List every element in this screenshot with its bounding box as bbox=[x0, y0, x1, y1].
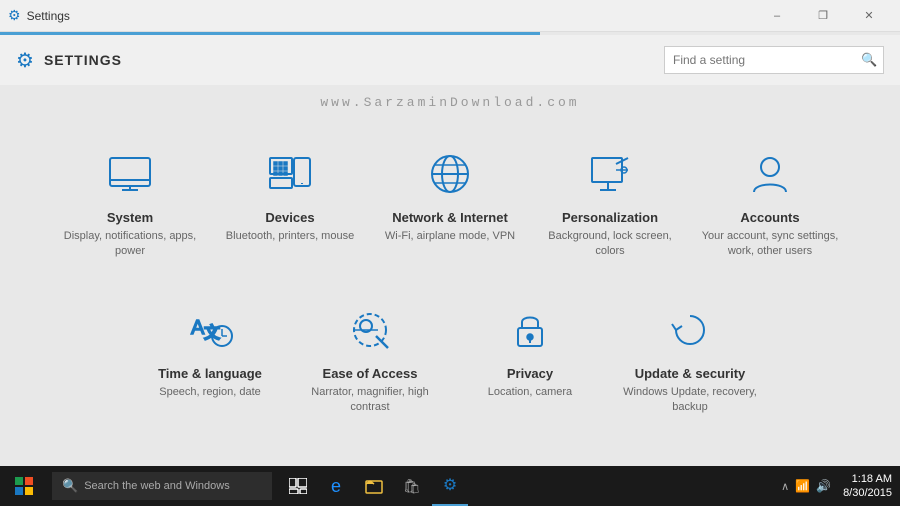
clock-date: 8/30/2015 bbox=[843, 486, 892, 500]
update-title: Update & security bbox=[635, 366, 746, 381]
personalization-title: Personalization bbox=[562, 210, 658, 225]
chevron-up-icon[interactable]: ∧ bbox=[781, 480, 789, 493]
system-desc: Display, notifications, apps, power bbox=[60, 229, 200, 260]
taskbar-search-text: Search the web and Windows bbox=[84, 480, 230, 492]
settings-item-network[interactable]: Network & Internet Wi-Fi, airplane mode,… bbox=[370, 130, 530, 276]
system-title: System bbox=[107, 210, 153, 225]
search-input[interactable] bbox=[665, 47, 856, 73]
title-bar: ⚙ Settings – ❐ ✕ bbox=[0, 0, 900, 32]
ease-desc: Narrator, magnifier, high contrast bbox=[300, 385, 440, 416]
privacy-icon bbox=[502, 302, 558, 358]
minimize-button[interactable]: – bbox=[754, 0, 800, 32]
accounts-title: Accounts bbox=[740, 210, 799, 225]
title-bar-title: Settings bbox=[27, 9, 70, 23]
settings-grid: System Display, notifications, apps, pow… bbox=[50, 130, 850, 432]
ease-icon bbox=[342, 302, 398, 358]
settings-item-accounts[interactable]: Accounts Your account, sync settings, wo… bbox=[690, 130, 850, 276]
settings-taskbar-button[interactable]: ⚙ bbox=[432, 466, 468, 506]
devices-icon bbox=[262, 146, 318, 202]
personalization-desc: Background, lock screen, colors bbox=[540, 229, 680, 260]
task-view-button[interactable] bbox=[280, 466, 316, 506]
network-title: Network & Internet bbox=[392, 210, 508, 225]
settings-item-time[interactable]: A 文 Time & language Speech, region, date bbox=[130, 286, 290, 432]
time-icon: A 文 bbox=[182, 302, 238, 358]
settings-item-personalization[interactable]: Personalization Background, lock screen,… bbox=[530, 130, 690, 276]
svg-text:A: A bbox=[191, 317, 205, 339]
main-content: www.SarzaminDownload.com System Display,… bbox=[0, 85, 900, 466]
app-icon: ⚙ bbox=[8, 7, 21, 24]
restore-button[interactable]: ❐ bbox=[800, 0, 846, 32]
personalization-icon bbox=[582, 146, 638, 202]
settings-item-privacy[interactable]: Privacy Location, camera bbox=[450, 286, 610, 432]
accounts-desc: Your account, sync settings, work, other… bbox=[700, 229, 840, 260]
taskbar: 🔍 Search the web and Windows e 🛍 ⚙ bbox=[0, 466, 900, 506]
network-icon bbox=[422, 146, 478, 202]
close-button[interactable]: ✕ bbox=[846, 0, 892, 32]
settings-item-update[interactable]: Update & security Windows Update, recove… bbox=[610, 286, 770, 432]
header-left: ⚙ SETTINGS bbox=[16, 48, 122, 73]
devices-desc: Bluetooth, printers, mouse bbox=[226, 229, 354, 244]
update-icon bbox=[662, 302, 718, 358]
settings-gear-icon: ⚙ bbox=[16, 48, 34, 73]
search-box[interactable]: 🔍 bbox=[664, 46, 884, 74]
app-title: SETTINGS bbox=[44, 52, 122, 68]
network-tray-icon: 📶 bbox=[795, 479, 810, 493]
taskbar-icons: e 🛍 ⚙ bbox=[280, 466, 468, 506]
devices-title: Devices bbox=[265, 210, 314, 225]
system-icon bbox=[102, 146, 158, 202]
search-icon[interactable]: 🔍 bbox=[856, 46, 883, 74]
clock-time: 1:18 AM bbox=[852, 472, 892, 486]
ease-title: Ease of Access bbox=[323, 366, 418, 381]
accounts-icon bbox=[742, 146, 798, 202]
time-desc: Speech, region, date bbox=[159, 385, 261, 400]
privacy-title: Privacy bbox=[507, 366, 553, 381]
settings-row-1: System Display, notifications, apps, pow… bbox=[50, 130, 850, 276]
clock[interactable]: 1:18 AM 8/30/2015 bbox=[843, 472, 892, 501]
tray-icons: ∧ 📶 🔊 bbox=[781, 479, 831, 493]
settings-item-devices[interactable]: Devices Bluetooth, printers, mouse bbox=[210, 130, 370, 276]
taskbar-right: ∧ 📶 🔊 1:18 AM 8/30/2015 bbox=[781, 466, 900, 506]
store-button[interactable]: 🛍 bbox=[394, 466, 430, 506]
title-bar-controls: – ❐ ✕ bbox=[754, 0, 892, 32]
edge-button[interactable]: e bbox=[318, 466, 354, 506]
settings-item-ease[interactable]: Ease of Access Narrator, magnifier, high… bbox=[290, 286, 450, 432]
update-desc: Windows Update, recovery, backup bbox=[620, 385, 760, 416]
settings-row-2: A 文 Time & language Speech, region, date bbox=[130, 286, 770, 432]
time-title: Time & language bbox=[158, 366, 262, 381]
taskbar-left: 🔍 Search the web and Windows e 🛍 ⚙ bbox=[0, 466, 468, 506]
title-bar-left: ⚙ Settings bbox=[8, 7, 70, 24]
taskbar-search[interactable]: 🔍 Search the web and Windows bbox=[52, 472, 272, 500]
app-header: ⚙ SETTINGS 🔍 bbox=[0, 35, 900, 85]
privacy-desc: Location, camera bbox=[488, 385, 572, 400]
settings-item-system[interactable]: System Display, notifications, apps, pow… bbox=[50, 130, 210, 276]
watermark: www.SarzaminDownload.com bbox=[320, 95, 579, 110]
network-desc: Wi-Fi, airplane mode, VPN bbox=[385, 229, 515, 244]
start-button[interactable] bbox=[0, 466, 48, 506]
volume-icon[interactable]: 🔊 bbox=[816, 479, 831, 493]
explorer-button[interactable] bbox=[356, 466, 392, 506]
